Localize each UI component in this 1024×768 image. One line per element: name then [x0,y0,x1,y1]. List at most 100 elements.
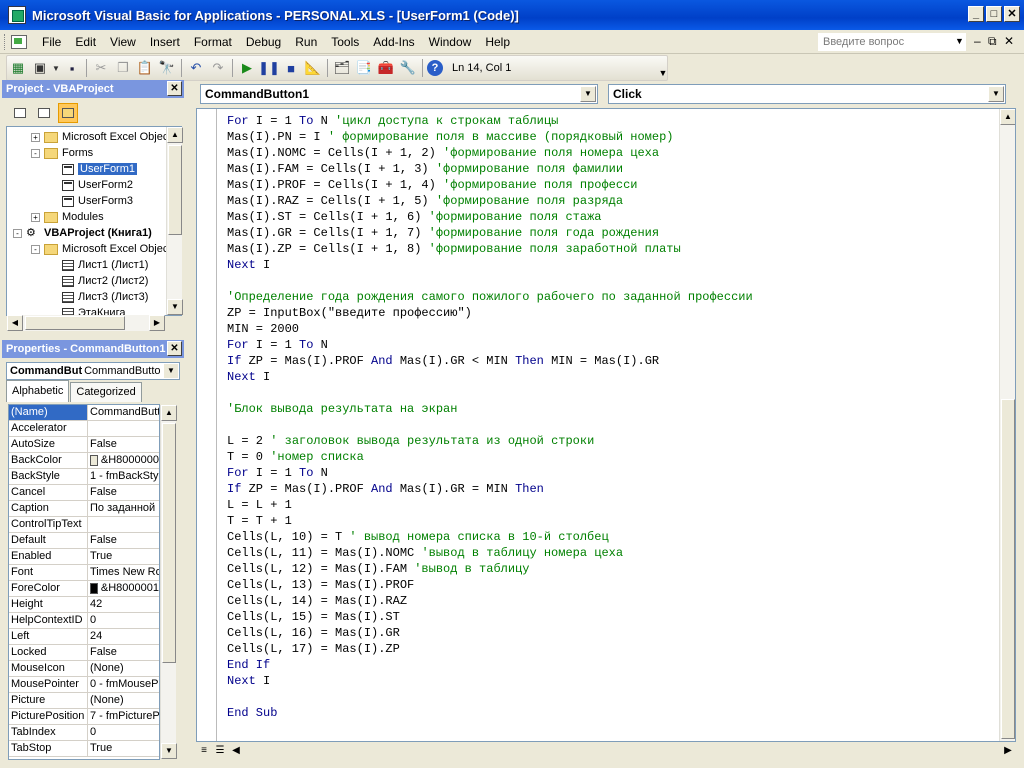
code-line[interactable]: End If [227,657,753,673]
tree-item-sheet[interactable]: Лист3 (Лист3) [49,289,148,305]
property-value[interactable]: 1 - fmBackStyle [88,469,159,484]
property-row[interactable]: BackColor &H8000000 [9,453,159,469]
property-value[interactable]: 7 - fmPicturePo [88,709,159,724]
tab-alphabetic[interactable]: Alphabetic [6,380,70,402]
expand-icon[interactable]: + [31,132,40,142]
menu-format[interactable]: Format [187,35,239,49]
property-value[interactable]: 42 [88,597,159,612]
scroll-down-icon[interactable]: ▼ [167,299,183,315]
property-value[interactable]: True [88,549,159,564]
property-value[interactable]: 0 - fmMousePo [88,677,159,692]
code-line[interactable] [227,689,753,705]
save-icon[interactable]: ▪ [62,58,82,78]
code-line[interactable]: Mas(I).PN = I ' формирование поля в масс… [227,129,753,145]
copy-icon[interactable]: ❐ [113,58,133,78]
property-row[interactable]: Default False [9,533,159,549]
code-line[interactable]: Mas(I).GR = Cells(I + 1, 7) 'формировани… [227,225,753,241]
property-row[interactable]: (Name) CommandButt [9,405,159,421]
insert-dropdown-icon[interactable]: ▼ [52,58,60,78]
collapse-icon[interactable]: - [13,228,22,238]
property-value[interactable]: True [88,741,159,756]
code-vscrollbar[interactable]: ▲ [999,109,1015,741]
code-line[interactable]: Next I [227,369,753,385]
code-line[interactable]: Cells(L, 11) = Mas(I).NOMC 'вывод в табл… [227,545,753,561]
property-row[interactable]: MouseIcon (None) [9,661,159,677]
code-line[interactable]: Cells(L, 17) = Mas(I).ZP [227,641,753,657]
property-value[interactable]: False [88,437,159,452]
ask-question-dropdown-icon[interactable]: ▼ [955,36,964,46]
property-value[interactable]: False [88,533,159,548]
reset-icon[interactable]: ■ [281,58,301,78]
code-line[interactable]: Cells(L, 15) = Mas(I).ST [227,609,753,625]
run-icon[interactable]: ▶ [237,58,257,78]
hscroll-thumb[interactable] [25,316,125,330]
property-row[interactable]: Font Times New Ror [9,565,159,581]
property-row[interactable]: MousePointer 0 - fmMousePo [9,677,159,693]
menu-file[interactable]: File [35,35,68,49]
scroll-up-icon[interactable]: ▲ [167,127,183,143]
scroll-left-icon[interactable]: ◀ [7,315,23,331]
property-value[interactable]: CommandButt [88,405,159,420]
property-value[interactable]: Times New Ror [88,565,159,580]
menu-run[interactable]: Run [288,35,324,49]
code-line[interactable]: Cells(L, 10) = T ' вывод номера списка в… [227,529,753,545]
vba-app-icon[interactable] [8,6,26,24]
insert-userform-icon[interactable]: ▣ [30,58,50,78]
properties-window-icon[interactable]: 📑 [354,58,374,78]
menu-view[interactable]: View [103,35,143,49]
project-tree-vscrollbar[interactable]: ▲ ▼ [166,127,183,315]
cut-icon[interactable]: ✂ [91,58,111,78]
code-line[interactable]: Mas(I).NOMC = Cells(I + 1, 2) 'формирова… [227,145,753,161]
code-line[interactable]: For I = 1 To N [227,337,753,353]
code-line[interactable] [227,273,753,289]
scroll-up-icon[interactable]: ▲ [161,405,177,421]
tree-item-folder[interactable]: - Forms [31,145,93,161]
property-value[interactable]: (None) [88,693,159,708]
menu-debug[interactable]: Debug [239,35,288,49]
code-line[interactable]: If ZP = Mas(I).PROF And Mas(I).GR < MIN … [227,353,753,369]
close-button[interactable]: ✕ [1004,6,1020,22]
undo-icon[interactable]: ↶ [186,58,206,78]
view-code-icon[interactable] [10,103,30,123]
project-explorer-icon[interactable]: 🗂 [332,58,352,78]
object-combo-dropdown-icon[interactable]: ▼ [580,86,596,102]
tab-categorized[interactable]: Categorized [70,382,142,402]
menu-addins[interactable]: Add-Ins [366,35,421,49]
collapse-icon[interactable]: - [31,244,40,254]
property-row[interactable]: AutoSize False [9,437,159,453]
tree-item-form[interactable]: UserForm2 [49,177,133,193]
tree-item-form[interactable]: UserForm3 [49,193,133,209]
code-line[interactable]: T = 0 'номер списка [227,449,753,465]
scroll-right-icon[interactable]: ▶ [149,315,165,331]
margin-indicator-bar[interactable] [197,109,217,741]
mdi-close-icon[interactable]: ✕ [1004,34,1014,48]
property-row[interactable]: ControlTipText [9,517,159,533]
menu-help[interactable]: Help [478,35,517,49]
toolbox-icon[interactable]: 🔧 [398,58,418,78]
tree-item-form[interactable]: UserForm1 [49,161,138,177]
scroll-thumb[interactable] [168,145,182,235]
property-value[interactable]: 0 [88,613,159,628]
property-row[interactable]: ForeColor &H8000001 [9,581,159,597]
code-line[interactable]: MIN = 2000 [227,321,753,337]
code-line[interactable]: Mas(I).FAM = Cells(I + 1, 3) 'формирован… [227,161,753,177]
code-line[interactable]: T = T + 1 [227,513,753,529]
menubar-grip[interactable] [4,33,7,50]
design-mode-icon[interactable]: 📐 [303,58,323,78]
procedure-view-icon[interactable]: ≡ [196,743,212,759]
tree-item-sheet[interactable]: Лист1 (Лист1) [49,257,148,273]
property-row[interactable]: Left 24 [9,629,159,645]
code-line[interactable]: Next I [227,257,753,273]
scroll-thumb[interactable] [1001,399,1015,739]
code-lines[interactable]: For I = 1 To N 'цикл доступа к строкам т… [227,113,753,721]
ask-question-input[interactable]: Введите вопрос [818,33,966,51]
property-value[interactable] [88,517,159,532]
property-value[interactable]: По заданной п [88,501,159,516]
property-row[interactable]: Picture (None) [9,693,159,709]
break-icon[interactable]: ❚❚ [258,58,280,78]
object-browser-icon[interactable]: 🧰 [376,58,396,78]
procedure-combo[interactable]: Click ▼ [608,84,1006,104]
code-line[interactable]: 'Блок вывода результата на экран [227,401,753,417]
minimize-button[interactable]: _ [968,6,984,22]
code-line[interactable]: For I = 1 To N [227,465,753,481]
